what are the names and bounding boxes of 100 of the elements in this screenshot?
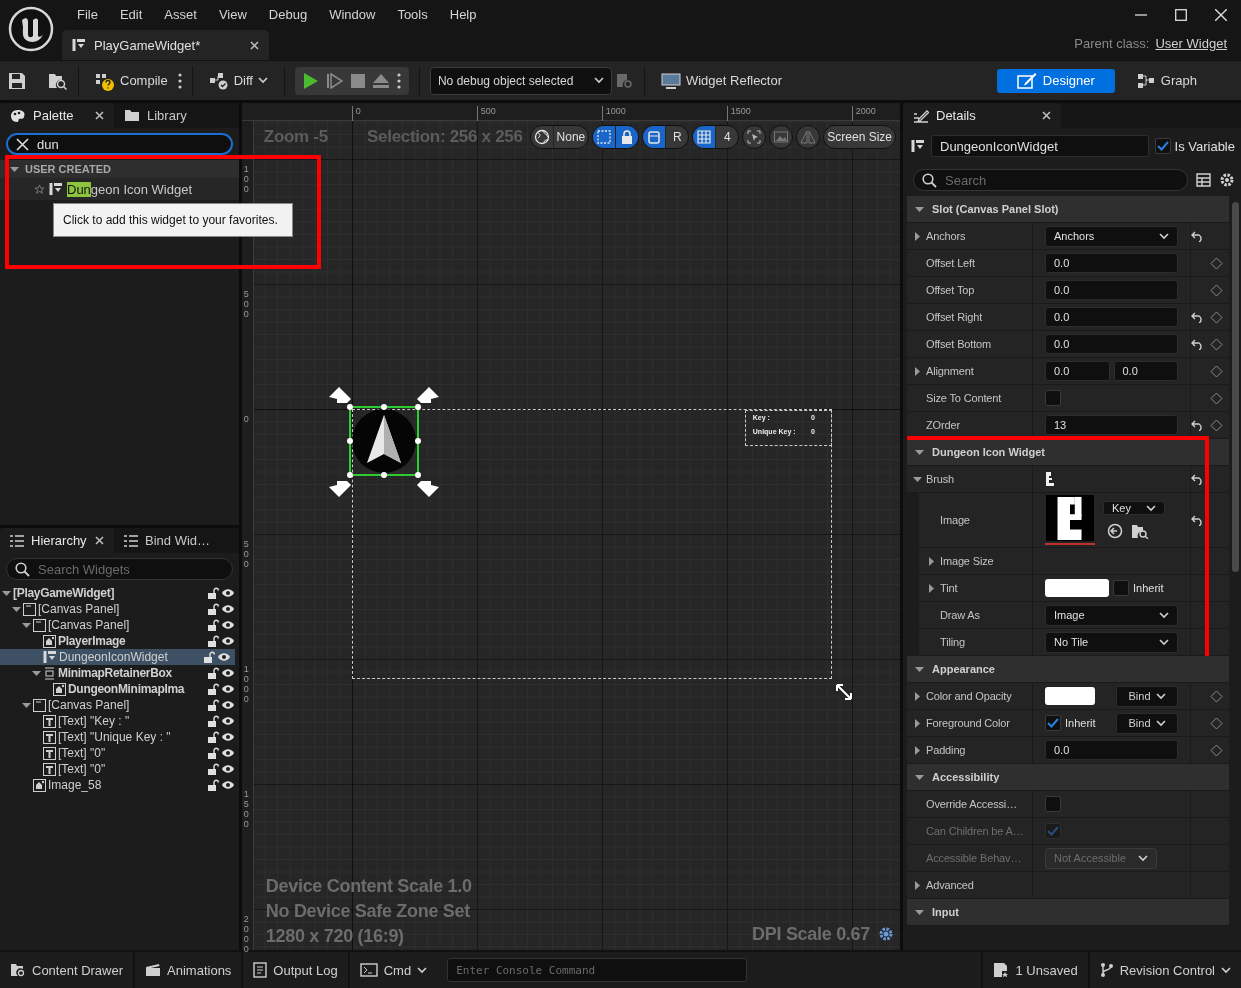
collapse-arrow-icon[interactable]: [2, 588, 11, 598]
expand-arrow-icon[interactable]: [913, 880, 922, 890]
reset-icon[interactable]: [1191, 230, 1204, 242]
expand-arrow-icon[interactable]: [913, 231, 922, 241]
lock-icon[interactable]: [206, 619, 219, 631]
scrollbar-thumb[interactable]: [1231, 202, 1239, 572]
clear-icon[interactable]: [16, 137, 29, 151]
resize-icon[interactable]: [835, 684, 852, 700]
number-field[interactable]: 0.0: [1045, 280, 1178, 300]
tree-item[interactable]: DungeonMinimapIma: [0, 681, 239, 697]
number-field[interactable]: 0.0: [1045, 334, 1178, 354]
mode-tab[interactable]: Designer: [996, 68, 1115, 93]
compile-button[interactable]: Compile: [89, 66, 174, 95]
eye-icon[interactable]: [220, 604, 235, 614]
checkbox[interactable]: [1154, 138, 1171, 154]
lock-icon[interactable]: [206, 587, 219, 599]
image-thumbnail[interactable]: [1045, 495, 1095, 545]
more-icon[interactable]: [396, 72, 401, 89]
tree-item[interactable]: [Text] "Key : ": [0, 713, 239, 729]
canvas-option[interactable]: R: [666, 126, 689, 148]
grid-icon[interactable]: [696, 129, 713, 145]
eye-icon[interactable]: [220, 684, 235, 694]
canvas-option[interactable]: 4: [716, 126, 739, 148]
eye-icon[interactable]: [216, 652, 231, 662]
menu-item[interactable]: Asset: [153, 7, 208, 22]
panel-tab[interactable]: Hierarchy: [0, 528, 114, 553]
number-field[interactable]: 0.0: [1045, 307, 1178, 327]
checkbox[interactable]: [1113, 580, 1129, 596]
collapse-arrow-icon[interactable]: [915, 907, 924, 917]
lock-icon[interactable]: [206, 683, 219, 695]
collapse-arrow-icon[interactable]: [12, 604, 21, 614]
close-icon[interactable]: [1215, 8, 1227, 21]
category-header[interactable]: USER CREATED: [0, 160, 239, 178]
more-icon[interactable]: [177, 72, 182, 89]
lock-icon[interactable]: [206, 731, 219, 743]
eye-icon[interactable]: [220, 588, 235, 598]
expand-arrow-icon[interactable]: [913, 691, 922, 701]
panel-tab[interactable]: Palette: [0, 103, 114, 128]
table-icon[interactable]: [1196, 173, 1211, 187]
settings-icon[interactable]: [1219, 172, 1235, 188]
star-icon[interactable]: [34, 183, 45, 195]
eye-icon[interactable]: [220, 780, 235, 790]
collapse-arrow-icon[interactable]: [32, 668, 41, 678]
console-input[interactable]: Enter Console Command: [447, 958, 748, 982]
eye-icon[interactable]: [220, 620, 235, 630]
use-selected-icon[interactable]: [1107, 523, 1123, 539]
tree-item[interactable]: Image_58: [0, 777, 239, 793]
menu-item[interactable]: Debug: [257, 7, 319, 22]
debug-object-dropdown[interactable]: No debug object selected: [429, 66, 612, 95]
number-field[interactable]: 0.0: [1045, 740, 1178, 760]
number-field[interactable]: 0.0: [1113, 361, 1178, 381]
collapse-arrow-icon[interactable]: [915, 204, 924, 214]
tree-item[interactable]: DungeonIconWidget: [0, 649, 235, 665]
collapse-arrow-icon[interactable]: [915, 772, 924, 782]
widget-reflector-button[interactable]: Widget Reflector: [654, 68, 789, 93]
parent-class-link[interactable]: User Widget: [1155, 35, 1227, 51]
eye-icon[interactable]: [220, 668, 235, 678]
play-icon[interactable]: [302, 71, 319, 90]
revision-control-button[interactable]: Revision Control: [1087, 952, 1241, 988]
globe-icon[interactable]: [533, 129, 550, 145]
collapse-arrow-icon[interactable]: [913, 474, 922, 484]
reset-icon[interactable]: [1191, 311, 1204, 323]
search-field[interactable]: Search Widgets: [6, 558, 233, 580]
expand-arrow-icon[interactable]: [913, 718, 922, 728]
color-swatch[interactable]: [1045, 687, 1095, 705]
tree-item[interactable]: [Text] "0": [0, 761, 239, 777]
dropdown[interactable]: No Tile: [1045, 631, 1178, 653]
eye-icon[interactable]: [220, 716, 235, 726]
reset-icon[interactable]: [1191, 514, 1204, 526]
dropdown[interactable]: Image: [1045, 604, 1178, 626]
expand-arrow-icon[interactable]: [927, 556, 936, 566]
close-icon[interactable]: [250, 40, 259, 50]
marquee-icon[interactable]: [596, 129, 613, 145]
color-swatch[interactable]: [1045, 579, 1109, 597]
reset-icon[interactable]: [1191, 473, 1204, 485]
panel-tab[interactable]: Bind Wid…: [114, 528, 228, 553]
collapse-arrow-icon[interactable]: [915, 447, 924, 457]
collapse-arrow-icon[interactable]: [22, 620, 31, 630]
menu-item[interactable]: Window: [318, 7, 387, 22]
lock-icon[interactable]: [202, 651, 215, 663]
eye-icon[interactable]: [220, 700, 235, 710]
tree-item[interactable]: [Canvas Panel]: [0, 617, 239, 633]
dropdown[interactable]: Anchors: [1045, 225, 1178, 247]
find-icon[interactable]: [615, 72, 634, 89]
collapse-arrow-icon[interactable]: [10, 164, 19, 174]
bind-dropdown[interactable]: Bind: [1116, 712, 1178, 734]
step-icon[interactable]: [326, 72, 343, 89]
collapse-arrow-icon[interactable]: [915, 664, 924, 674]
status-bar-button[interactable]: Animations: [135, 952, 244, 988]
lock-icon[interactable]: [206, 667, 219, 679]
canvas-option[interactable]: Screen Size: [824, 126, 895, 148]
dropdown[interactable]: Key: [1103, 501, 1165, 515]
number-field[interactable]: 13: [1045, 415, 1178, 435]
number-field[interactable]: 0.0: [1045, 361, 1110, 381]
status-bar-button[interactable]: Content Drawer: [0, 952, 136, 988]
canvas-option[interactable]: None: [553, 126, 589, 148]
panel-tab[interactable]: Library: [114, 103, 228, 128]
section-header[interactable]: Slot (Canvas Panel Slot): [907, 196, 1229, 223]
number-field[interactable]: 0.0: [1045, 253, 1178, 273]
tree-item[interactable]: [Text] "Unique Key : ": [0, 729, 239, 745]
